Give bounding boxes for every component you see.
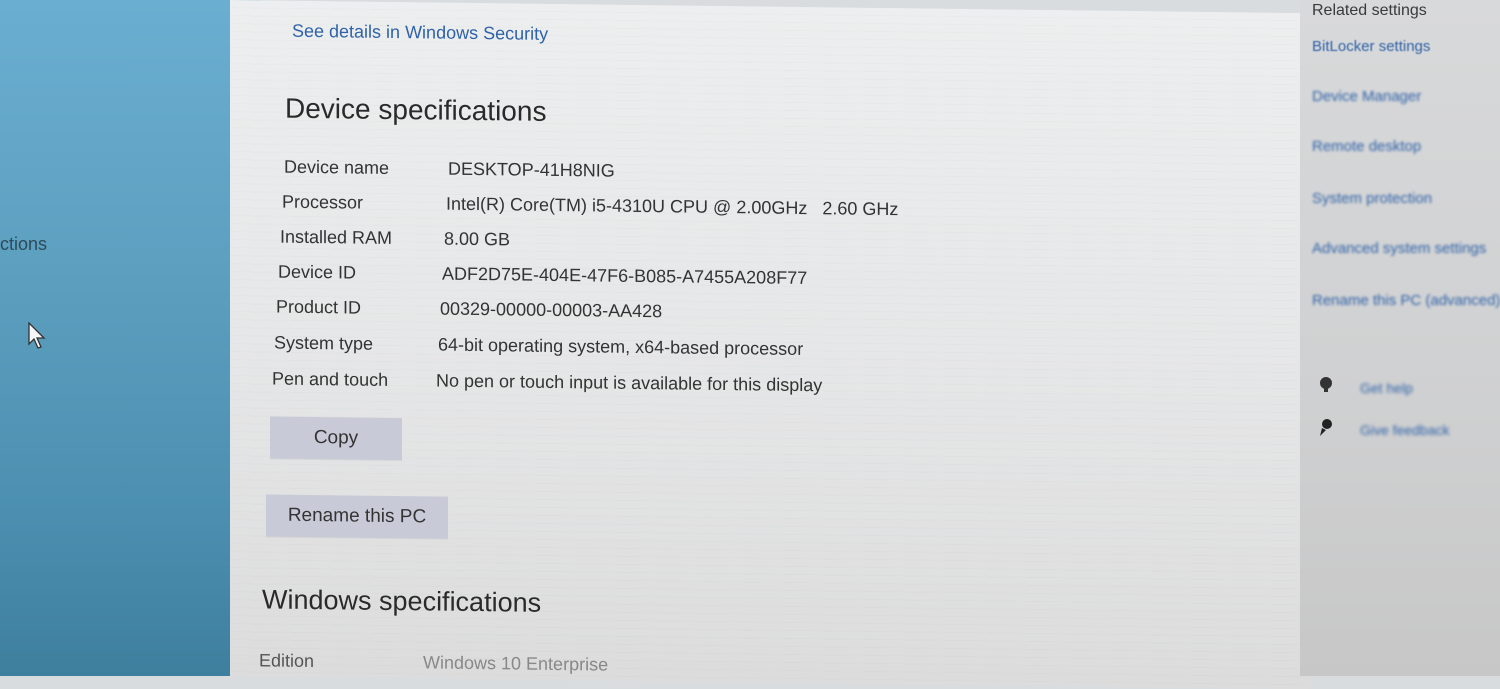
spec-key: Installed RAM (280, 226, 393, 248)
about-content: See details in Windows Security Device s… (230, 0, 1310, 689)
spec-value: No pen or touch input is available for t… (436, 370, 823, 396)
rename-pc-button[interactable]: Rename this PC (266, 494, 448, 539)
device-specifications-heading: Device specifications (285, 92, 547, 127)
related-settings-heading: Related settings (1312, 2, 1427, 19)
left-navigation-pane: ctions (0, 0, 262, 676)
related-settings-panel: Related settings BitLocker settings Devi… (1300, 0, 1500, 676)
spec-value: Intel(R) Core(TM) i5-4310U CPU @ 2.00GHz… (446, 193, 899, 220)
system-protection-link[interactable]: System protection (1312, 190, 1432, 207)
remote-desktop-link[interactable]: Remote desktop (1312, 138, 1421, 155)
windows-security-link[interactable]: See details in Windows Security (292, 21, 548, 45)
device-manager-link[interactable]: Device Manager (1312, 88, 1421, 105)
spec-key: Edition (259, 650, 315, 672)
spec-value: ADF2D75E-404E-47F6-B085-A7455A208F77 (442, 263, 808, 289)
spec-value: Windows 10 Enterprise (423, 652, 609, 675)
spec-key: Processor (282, 191, 364, 213)
nav-item-label[interactable]: ctions (0, 234, 47, 255)
spec-key: Device ID (278, 261, 357, 283)
spec-value: 8.00 GB (444, 228, 511, 250)
device-specs-table: Device name DESKTOP-41H8NIG Processor In… (230, 0, 1310, 396)
bitlocker-settings-link[interactable]: BitLocker settings (1312, 38, 1430, 55)
spec-key: Device name (284, 156, 390, 178)
feedback-icon (1318, 418, 1334, 436)
give-feedback-link[interactable]: Give feedback (1360, 422, 1450, 438)
get-help-link[interactable]: Get help (1360, 380, 1413, 396)
spec-value: 00329-00000-00003-AA428 (440, 298, 663, 322)
spec-value: DESKTOP-41H8NIG (448, 158, 615, 181)
help-icon (1318, 376, 1334, 394)
windows-specifications-heading: Windows specifications (262, 584, 542, 618)
rename-pc-advanced-link[interactable]: Rename this PC (advanced) (1312, 292, 1500, 309)
spec-key: Product ID (276, 296, 362, 318)
advanced-system-settings-link[interactable]: Advanced system settings (1312, 240, 1486, 257)
spec-key: Pen and touch (272, 368, 389, 390)
copy-button[interactable]: Copy (270, 416, 402, 461)
spec-key: System type (274, 332, 374, 354)
spec-value: 64-bit operating system, x64-based proce… (438, 334, 804, 360)
